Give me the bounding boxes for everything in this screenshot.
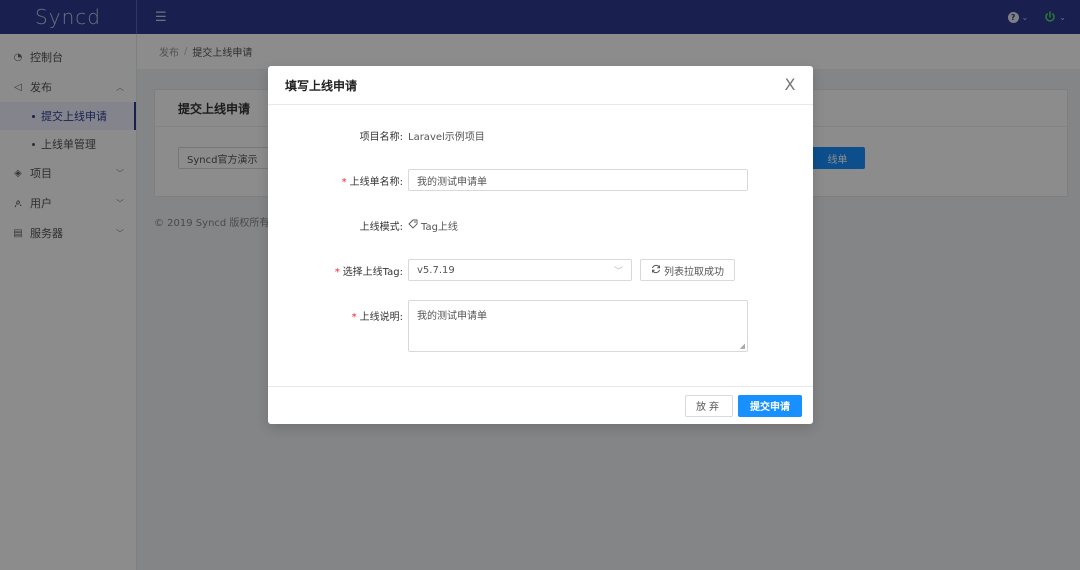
form-row-tag: * 选择上线Tag: v5.7.19 ﹀ 列表拉取成功 <box>268 259 813 281</box>
required-mark: * <box>351 312 357 323</box>
desc-value: 我的测试申请单 <box>417 311 487 322</box>
name-input[interactable]: 我的测试申请单 <box>408 169 748 191</box>
refresh-label: 列表拉取成功 <box>664 266 724 278</box>
desc-label: * 上线说明: <box>268 300 408 323</box>
tag-select-value: v5.7.19 <box>417 264 455 276</box>
modal-header: 填写上线申请 X <box>268 66 813 105</box>
refresh-tags-button[interactable]: 列表拉取成功 <box>640 259 735 281</box>
tag-label-text: 选择上线Tag: <box>342 266 403 278</box>
resize-handle-icon[interactable]: ◢ <box>740 342 745 350</box>
required-mark: * <box>334 266 340 278</box>
project-value: Laravel示例项目 <box>408 132 485 143</box>
form-row-name: * 上线单名称: 我的测试申请单 <box>268 169 813 191</box>
chevron-down-icon: ﹀ <box>613 267 623 277</box>
tag-icon <box>408 219 418 232</box>
mode-value: Tag上线 <box>408 218 458 233</box>
modal-title: 填写上线申请 <box>285 78 358 93</box>
tag-select[interactable]: v5.7.19 ﹀ <box>408 259 632 281</box>
required-mark: * <box>341 176 347 188</box>
name-label-text: 上线单名称: <box>349 176 403 188</box>
cancel-button[interactable]: 放弃 <box>685 394 733 417</box>
name-label: * 上线单名称: <box>268 173 408 188</box>
apply-modal: 填写上线申请 X 项目名称: Laravel示例项目 * 上线单名称: 我的测试申… <box>268 66 813 424</box>
tag-label: * 选择上线Tag: <box>268 263 408 278</box>
sync-icon <box>651 264 661 277</box>
form-row-project: 项目名称: Laravel示例项目 <box>268 128 813 143</box>
form-row-mode: 上线模式: Tag上线 <box>268 218 813 233</box>
desc-textarea[interactable]: 我的测试申请单 ◢ <box>408 300 748 352</box>
submit-button[interactable]: 提交申请 <box>738 394 802 417</box>
mode-value-text: Tag上线 <box>421 222 458 233</box>
close-icon[interactable]: X <box>781 76 799 94</box>
form-row-desc: * 上线说明: 我的测试申请单 ◢ <box>268 300 813 352</box>
mode-label: 上线模式: <box>359 222 403 233</box>
desc-label-text: 上线说明: <box>359 312 403 323</box>
modal-footer: 放弃 提交申请 <box>268 386 813 424</box>
project-label: 项目名称: <box>359 132 403 143</box>
